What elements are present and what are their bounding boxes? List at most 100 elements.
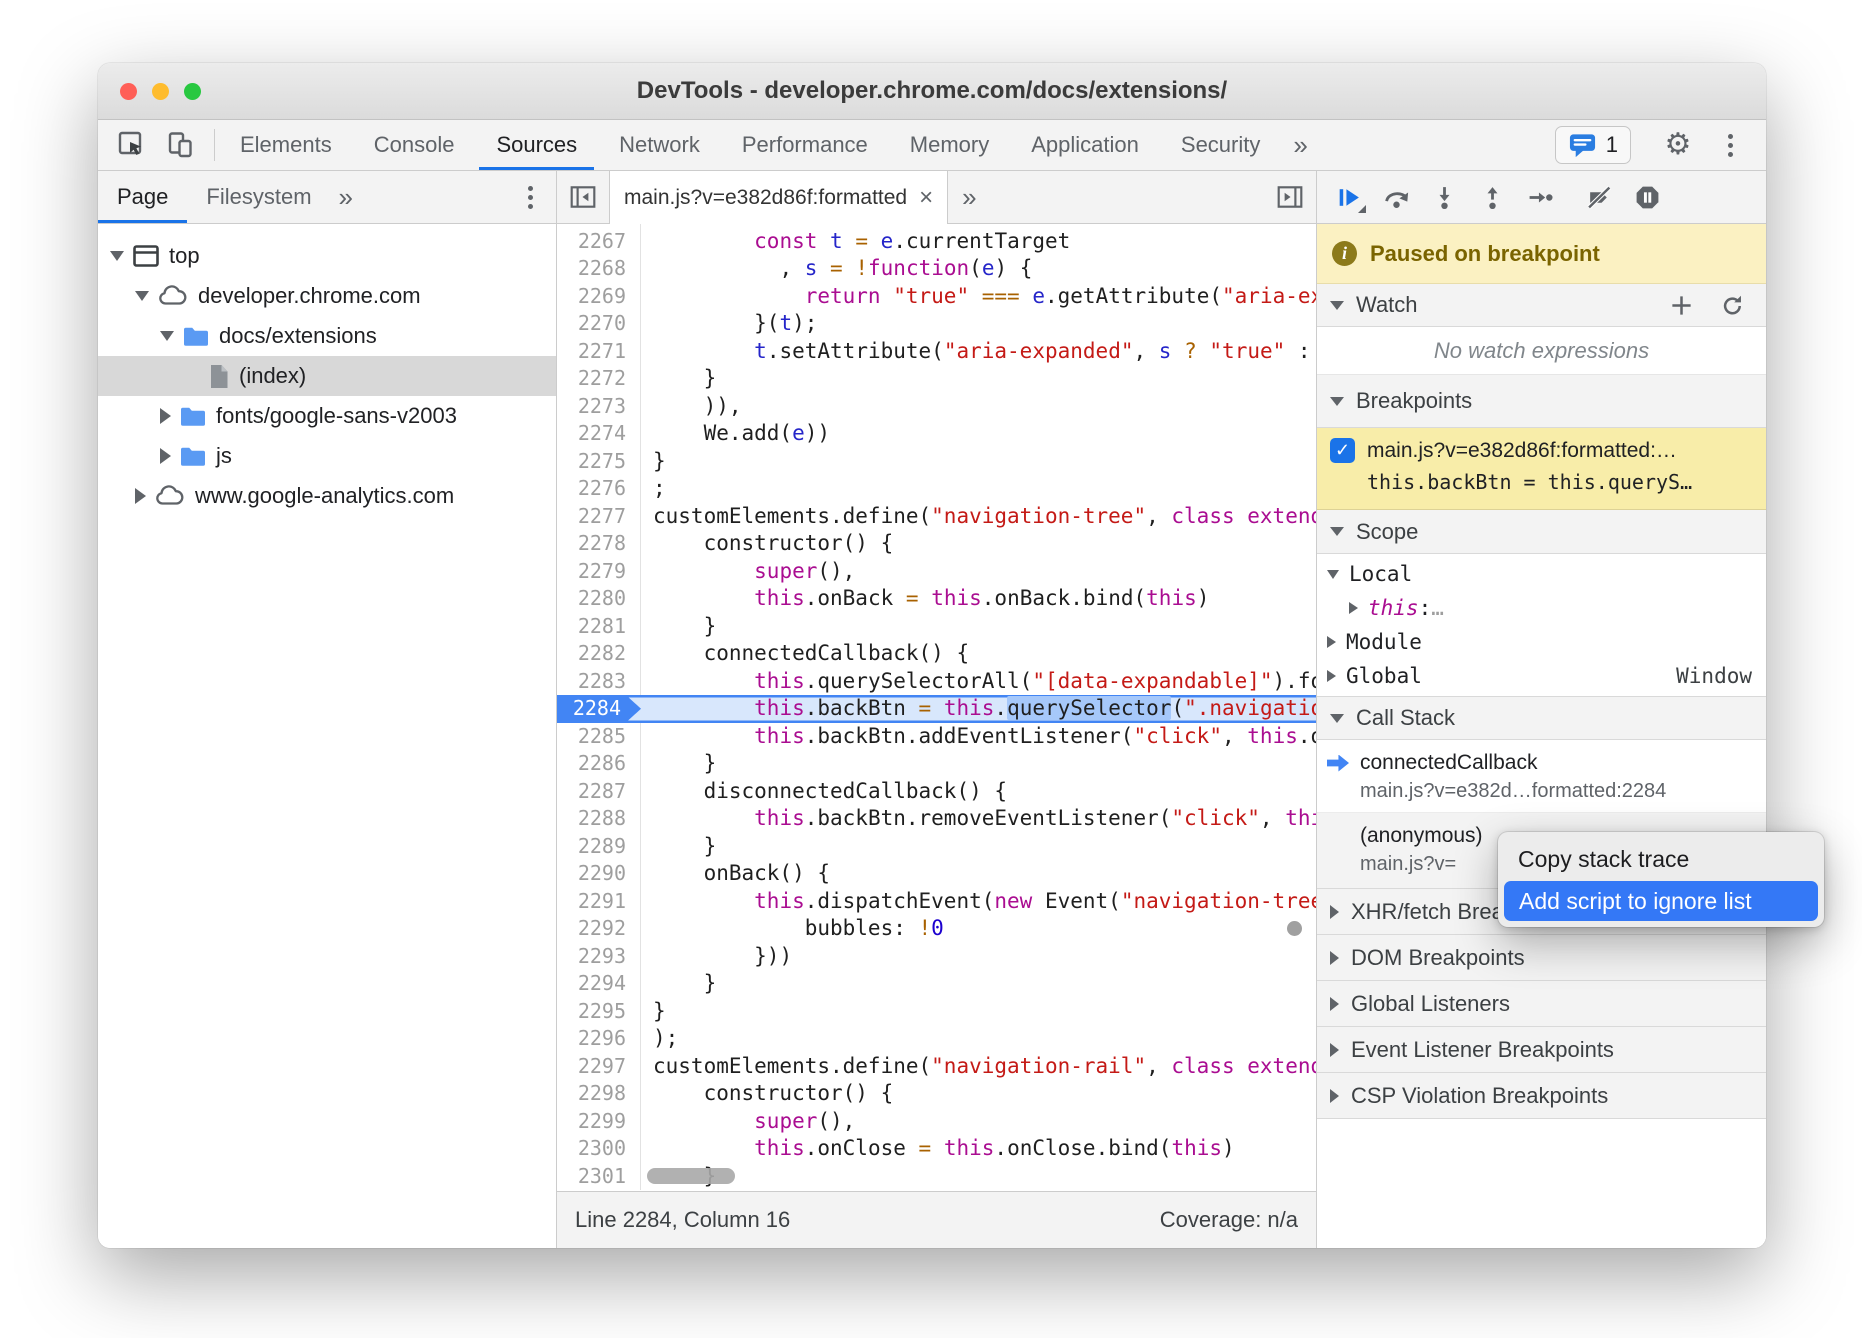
- code-line-text[interactable]: this.backBtn.addEventListener("click", t…: [641, 723, 1316, 751]
- line-number-gutter[interactable]: 2273: [557, 393, 641, 421]
- scope-item-global[interactable]: GlobalWindow: [1317, 659, 1766, 693]
- console-messages-button[interactable]: 1: [1555, 126, 1631, 164]
- call-stack-frame-connectedcallback[interactable]: connectedCallbackmain.js?v=e382d…formatt…: [1317, 740, 1766, 813]
- add-watch-expression-icon[interactable]: [1669, 293, 1694, 318]
- code-line-text[interactable]: ;: [641, 475, 1316, 503]
- show-debugger-panel-icon[interactable]: [1264, 171, 1316, 223]
- tree-item-www-google-analytics-com[interactable]: www.google-analytics.com: [98, 476, 556, 516]
- disclosure-triangle-icon[interactable]: [110, 251, 124, 261]
- more-navigator-tabs-chevron-icon[interactable]: »: [331, 171, 361, 223]
- pause-on-exceptions-button[interactable]: [1624, 176, 1670, 218]
- close-window-button[interactable]: [120, 83, 137, 100]
- disclosure-triangle-icon[interactable]: [1327, 670, 1336, 682]
- disclosure-triangle-icon[interactable]: [160, 408, 171, 424]
- section-header-call-stack[interactable]: Call Stack: [1317, 697, 1766, 740]
- settings-gear-icon[interactable]: ⚙: [1656, 125, 1700, 165]
- section-header-scope[interactable]: Scope: [1317, 510, 1766, 554]
- disclosure-triangle-icon[interactable]: [1327, 636, 1336, 648]
- context-menu-item-add-script-to-ignore-list[interactable]: Add script to ignore list: [1504, 881, 1818, 921]
- tree-item-docs-extensions[interactable]: docs/extensions: [98, 316, 556, 356]
- device-toolbar-icon[interactable]: [158, 125, 202, 165]
- execution-line-gutter-badge[interactable]: 2284: [557, 695, 641, 723]
- code-line-text[interactable]: }: [641, 750, 1316, 778]
- zoom-window-button[interactable]: [184, 83, 201, 100]
- code-line-text[interactable]: )),: [641, 393, 1316, 421]
- main-menu-dots-icon[interactable]: [1708, 125, 1752, 165]
- disclosure-triangle-icon[interactable]: [160, 331, 174, 341]
- line-number-gutter[interactable]: 2277: [557, 503, 641, 531]
- section-header-dom-breakpoints[interactable]: DOM Breakpoints: [1317, 935, 1766, 981]
- code-line-text[interactable]: }(t);: [641, 310, 1316, 338]
- minimize-window-button[interactable]: [152, 83, 169, 100]
- tab-console[interactable]: Console: [353, 120, 476, 170]
- step-into-button[interactable]: [1421, 176, 1467, 218]
- editor-file-tab[interactable]: main.js?v=e382d86f:formatted ×: [609, 171, 948, 224]
- code-line-text[interactable]: constructor() {: [641, 530, 1316, 558]
- line-number-gutter[interactable]: 2282: [557, 640, 641, 668]
- code-line-text[interactable]: );: [641, 1025, 1316, 1053]
- line-number-gutter[interactable]: 2301: [557, 1163, 641, 1191]
- step-over-button[interactable]: [1373, 176, 1419, 218]
- code-line-text[interactable]: this.dispatchEvent(new Event("navigation…: [641, 888, 1316, 916]
- disclosure-triangle-icon[interactable]: [135, 291, 149, 301]
- code-line-text[interactable]: }: [641, 365, 1316, 393]
- line-number-gutter[interactable]: 2294: [557, 970, 641, 998]
- line-number-gutter[interactable]: 2293: [557, 943, 641, 971]
- refresh-watch-icon[interactable]: [1720, 293, 1745, 318]
- step-button[interactable]: [1517, 176, 1563, 218]
- close-tab-icon[interactable]: ×: [919, 186, 933, 210]
- disclosure-triangle-icon[interactable]: [135, 488, 146, 504]
- line-number-gutter[interactable]: 2299: [557, 1108, 641, 1136]
- line-number-gutter[interactable]: 2275: [557, 448, 641, 476]
- tab-memory[interactable]: Memory: [889, 120, 1010, 170]
- code-line-text[interactable]: onBack() {: [641, 860, 1316, 888]
- line-number-gutter[interactable]: 2292: [557, 915, 641, 943]
- section-header-global-listeners[interactable]: Global Listeners: [1317, 981, 1766, 1027]
- line-number-gutter[interactable]: 2288: [557, 805, 641, 833]
- line-number-gutter[interactable]: 2269: [557, 283, 641, 311]
- tree-item-index[interactable]: (index): [98, 356, 556, 396]
- editor-scroll-dot[interactable]: [1287, 921, 1302, 936]
- line-number-gutter[interactable]: 2278: [557, 530, 641, 558]
- line-number-gutter[interactable]: 2267: [557, 228, 641, 256]
- tab-page[interactable]: Page: [98, 171, 187, 223]
- section-header-watch[interactable]: Watch: [1317, 284, 1766, 327]
- resume-script-button[interactable]: [1325, 176, 1371, 218]
- tab-performance[interactable]: Performance: [721, 120, 889, 170]
- deactivate-breakpoints-button[interactable]: [1576, 176, 1622, 218]
- code-line-text[interactable]: customElements.define("navigation-tree",…: [641, 503, 1316, 531]
- horizontal-scrollbar-thumb[interactable]: [647, 1168, 735, 1184]
- code-line-text[interactable]: }: [641, 613, 1316, 641]
- line-number-gutter[interactable]: 2276: [557, 475, 641, 503]
- line-number-gutter[interactable]: 2287: [557, 778, 641, 806]
- tab-application[interactable]: Application: [1010, 120, 1160, 170]
- code-line-text[interactable]: bubbles: !0: [641, 915, 1316, 943]
- more-tabs-chevron-icon[interactable]: »: [1281, 120, 1319, 170]
- breakpoint-checkbox[interactable]: ✓: [1330, 438, 1355, 463]
- code-line-text[interactable]: customElements.define("navigation-rail",…: [641, 1053, 1316, 1081]
- breakpoint-entry[interactable]: ✓ main.js?v=e382d86f:formatted:… this.ba…: [1317, 428, 1766, 510]
- line-number-gutter[interactable]: 2279: [557, 558, 641, 586]
- disclosure-triangle-icon[interactable]: [1327, 570, 1339, 579]
- tab-elements[interactable]: Elements: [219, 120, 353, 170]
- line-number-gutter[interactable]: 2268: [557, 255, 641, 283]
- more-editor-tabs-chevron-icon[interactable]: »: [948, 171, 990, 223]
- line-number-gutter[interactable]: 2280: [557, 585, 641, 613]
- code-line-text[interactable]: }: [641, 833, 1316, 861]
- line-number-gutter[interactable]: 2296: [557, 1025, 641, 1053]
- line-number-gutter[interactable]: 2290: [557, 860, 641, 888]
- code-line-text[interactable]: constructor() {: [641, 1080, 1316, 1108]
- line-number-gutter[interactable]: 2283: [557, 668, 641, 696]
- line-number-gutter[interactable]: 2272: [557, 365, 641, 393]
- section-header-event-listener-breakpoints[interactable]: Event Listener Breakpoints: [1317, 1027, 1766, 1073]
- context-menu-item-copy-stack-trace[interactable]: Copy stack trace: [1498, 837, 1824, 881]
- step-out-button[interactable]: [1469, 176, 1515, 218]
- line-number-gutter[interactable]: 2286: [557, 750, 641, 778]
- code-line-text[interactable]: }: [641, 970, 1316, 998]
- code-line-text[interactable]: })): [641, 943, 1316, 971]
- line-number-gutter[interactable]: 2297: [557, 1053, 641, 1081]
- navigator-menu-dots-icon[interactable]: [510, 171, 556, 223]
- inspect-element-icon[interactable]: [110, 125, 154, 165]
- code-line-text[interactable]: const t = e.currentTarget: [641, 228, 1316, 256]
- disclosure-triangle-icon[interactable]: [160, 448, 171, 464]
